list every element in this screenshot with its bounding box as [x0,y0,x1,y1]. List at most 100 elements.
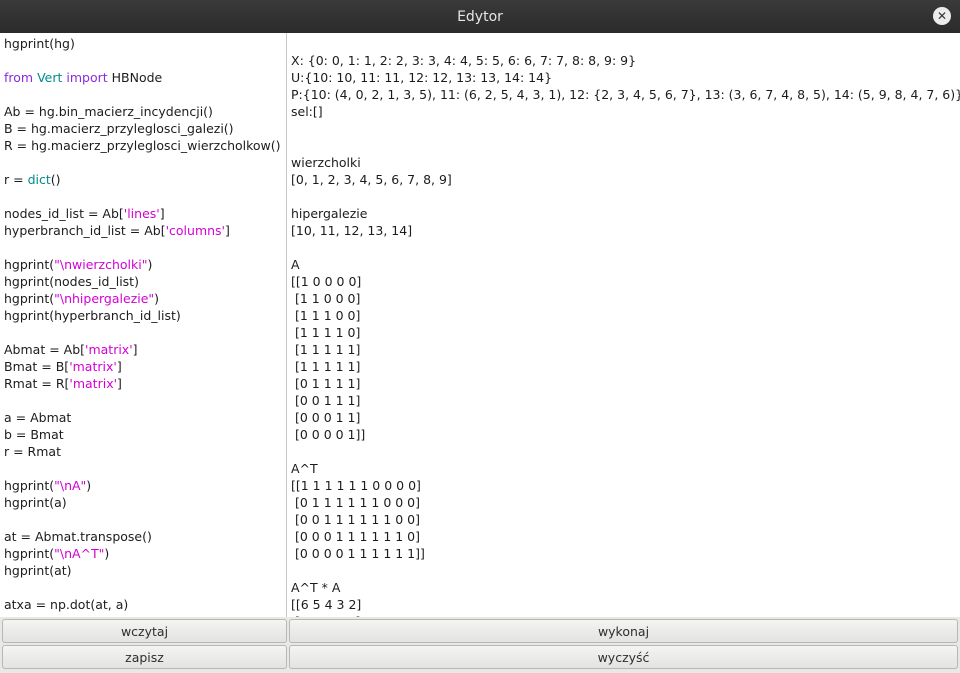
output-line: [1 1 1 1 1] [291,359,361,374]
code-token: HBNode [107,70,163,85]
output-line: U:{10: 10, 11: 11, 12: 12, 13: 13, 14: 1… [291,70,553,85]
code-token: hgprint(hyperbranch_id_list) [4,308,181,323]
code-token: "\nwierzcholki" [54,257,148,272]
code-line: from Vert import HBNode [4,69,282,86]
code-token: b = Bmat [4,427,64,442]
code-line: R = hg.macierz_przyleglosci_wierzcholkow… [4,137,282,154]
output-line: [[6 5 4 3 2] [291,597,362,612]
code-token: B = hg.macierz_przyleglosci_galezi() [4,121,234,136]
code-token: Bmat = B[ [4,359,70,374]
code-line: Ab = hg.bin_macierz_incydencji() [4,103,282,120]
output-line: sel:[] [291,104,323,119]
output-line: [0 1 1 1 1] [291,376,361,391]
output-line: [[1 1 1 1 1 1 0 0 0 0] [291,478,421,493]
code-token: "\nA^T" [54,546,105,561]
code-token: r = Rmat [4,444,61,459]
code-token: hgprint( [4,546,55,561]
output-line: [10, 11, 12, 13, 14] [291,223,413,238]
code-line: at = Abmat.transpose() [4,528,282,545]
output-console[interactable]: X: {0: 0, 1: 1, 2: 2, 3: 3, 4: 4, 5: 5, … [287,33,960,617]
code-line: Abmat = Ab['matrix'] [4,341,282,358]
code-token: r = [4,172,28,187]
output-line: hipergalezie [291,206,368,221]
output-line: [1 1 1 1 1] [291,342,361,357]
code-token: 'matrix' [69,359,117,374]
title-bar: Edytor ✕ [0,0,960,33]
code-token: ] [116,359,122,374]
save-button[interactable]: zapisz [2,645,287,669]
code-token: dict [27,172,51,187]
code-token: at = Abmat.transpose() [4,529,152,544]
code-line: r = Rmat [4,443,282,460]
code-line: hgprint(hg) [4,35,282,52]
code-line: hgprint(hyperbranch_id_list) [4,307,282,324]
code-token: hgprint(at) [4,563,72,578]
code-token: Rmat = R[ [4,376,70,391]
code-editor[interactable]: hgprint(hg) from Vert import HBNode Ab = h… [0,33,287,617]
code-line: Rmat = R['matrix'] [4,375,282,392]
code-line: nodes_id_list = Ab['lines'] [4,205,282,222]
output-line: [0 0 0 0 1 1 1 1 1 1]] [291,546,425,561]
code-token: atxa = np.dot(at, a) [4,597,129,612]
code-token: () [50,172,61,187]
code-line: B = hg.macierz_przyleglosci_galezi() [4,120,282,137]
code-token: R = hg.macierz_przyleglosci_wierzcholkow… [4,138,281,153]
output-line: A [291,257,300,272]
code-line: hgprint(at) [4,562,282,579]
code-line: r = dict() [4,171,282,188]
code-token: hgprint(hg) [4,36,75,51]
output-line: [1 1 1 1 0] [291,325,361,340]
code-token: a = Abmat [4,410,72,425]
clear-button[interactable]: wyczyść [289,645,958,669]
code-line: b = Bmat [4,426,282,443]
output-line: [0 0 1 1 1] [291,393,361,408]
execute-button[interactable]: wykonaj [289,619,958,643]
code-token: 'matrix' [69,376,118,391]
code-token: nodes_id_list = Ab[ [4,206,124,221]
code-line: hgprint(nodes_id_list) [4,273,282,290]
output-line: [0 0 0 1 1] [291,410,361,425]
code-line: Bmat = B['matrix'] [4,358,282,375]
code-line: a = Abmat [4,409,282,426]
code-token: "\nA" [54,478,87,493]
code-token: Vert [37,70,63,85]
close-icon[interactable]: ✕ [933,7,951,25]
load-button[interactable]: wczytaj [2,619,287,643]
output-console-content: X: {0: 0, 1: 1, 2: 2, 3: 3, 4: 4, 5: 5, … [287,33,960,617]
code-line: hgprint("\nwierzcholki") [4,256,282,273]
code-token: ) [154,291,160,306]
code-token: "\nhipergalezie" [54,291,155,306]
output-line: [1 1 1 0 0] [291,308,361,323]
output-line: [0, 1, 2, 3, 4, 5, 6, 7, 8, 9] [291,172,452,187]
output-line: [0 0 1 1 1 1 1 1 0 0] [291,512,421,527]
output-line: A^T * A [291,580,341,595]
output-line: [0 0 0 0 1]] [291,427,366,442]
code-token: 'columns' [165,223,225,238]
code-line: hgprint("\nA^T") [4,545,282,562]
code-token: Ab = hg.bin_macierz_incydencji() [4,104,213,119]
code-token: hgprint(nodes_id_list) [4,274,139,289]
code-line: hgprint("\nhipergalezie") [4,290,282,307]
code-token: ] [159,206,165,221]
code-editor-content[interactable]: hgprint(hg) from Vert import HBNode Ab = h… [0,33,286,615]
code-token: from [4,70,34,85]
code-token: Abmat = Ab[ [4,342,86,357]
code-token: 'lines' [123,206,160,221]
code-token: ] [117,376,122,391]
code-token: ) [86,478,92,493]
